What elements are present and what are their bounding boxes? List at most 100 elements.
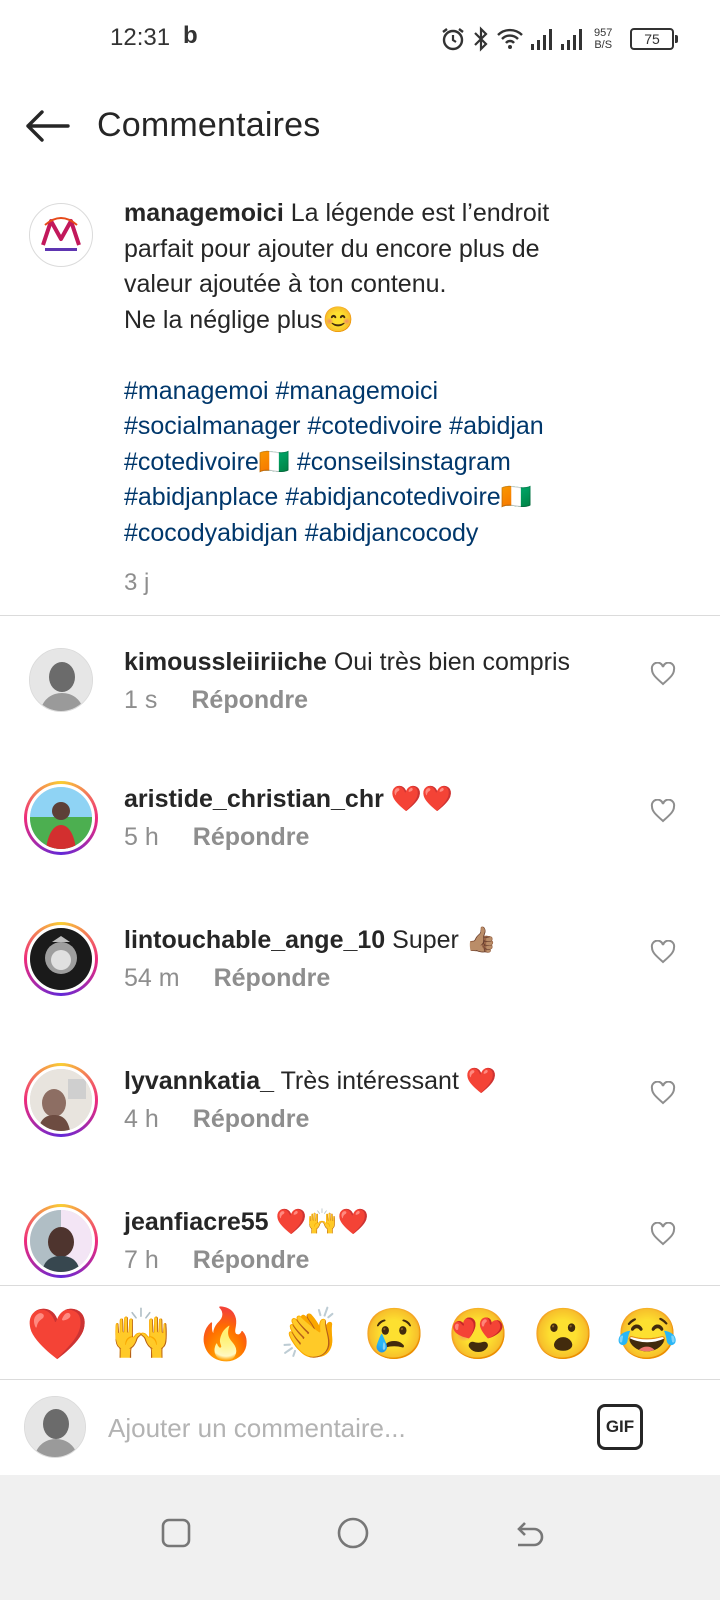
avatar[interactable] [24,781,98,855]
heart-icon[interactable] [650,1222,676,1246]
network-speed: 957 B/S [594,27,612,51]
reply-button[interactable]: Répondre [193,1105,310,1134]
hashtag-line[interactable]: #cocodyabidjan #abidjancocody [124,516,694,552]
comment-username[interactable]: aristide_christian_chr [124,785,384,813]
comment-meta: 54 m Répondre [124,964,330,993]
caption-timestamp: 3 j [124,569,150,596]
avatar [24,1396,86,1458]
system-nav-bar [0,1475,720,1600]
back-return-icon [517,1522,544,1547]
hashtag-block: #managemoi #managemoici #socialmanager #… [124,374,694,552]
avatar[interactable] [24,1204,98,1278]
comment-text: aristide_christian_chr ❤️❤️ [124,783,453,815]
comment-body: Oui très bien compris [333,648,571,676]
comment-timestamp: 1 s [124,686,158,714]
avatar-photo [27,1207,95,1275]
comment-body: Super 👍🏽 [392,926,497,954]
reply-button[interactable]: Répondre [193,823,310,852]
avatar-photo [27,925,95,993]
header: Commentaires [0,90,720,162]
caption-text-line: Ne la néglige plus😊 [124,305,354,334]
emoji-fire-button[interactable]: 🔥 [194,1304,256,1364]
back-arrow-icon [26,110,70,142]
emoji-heart-eyes-button[interactable]: 😍 [447,1304,509,1364]
emoji-raised-hands-button[interactable]: 🙌 [110,1304,172,1364]
emoji-surprised-button[interactable]: 😮 [532,1304,594,1364]
emoji-crying-button[interactable]: 😢 [363,1304,425,1364]
home-button[interactable] [323,1503,383,1563]
avatar[interactable] [24,922,98,996]
comment-text: kimoussleiiriiche Oui très bien compris [124,646,570,678]
comment-meta: 4 h Répondre [124,1105,309,1134]
emoji-clap-button[interactable]: 👏 [279,1304,341,1364]
reply-button[interactable]: Répondre [191,686,308,715]
comment-body: Très intéressant ❤️ [280,1067,497,1095]
back-nav-button[interactable] [499,1503,559,1563]
status-bar: 12:31 b 957 B/S 75 [0,0,720,80]
comment-item: jeanfiacre55 ❤️🙌❤️ 7 h Répondre [0,1204,720,1284]
user-photo-icon [25,1397,85,1457]
caption-text-line: La légende est l’endroit [290,199,550,227]
user-photo-icon [30,928,92,990]
reply-button[interactable]: Répondre [214,964,331,993]
circle-icon [337,1517,369,1549]
heart-icon[interactable] [650,1081,676,1105]
comment-item: aristide_christian_chr ❤️❤️ 5 h Répondre [0,781,720,901]
avatar[interactable] [29,648,93,712]
comment-username[interactable]: jeanfiacre55 [124,1208,269,1236]
signal-icon-1 [531,29,552,50]
comment-item: kimoussleiiriiche Oui très bien compris … [0,644,720,764]
reply-button[interactable]: Répondre [193,1246,310,1275]
caption-text-line: valeur ajoutée à ton contenu. [124,270,447,298]
avatar[interactable] [29,203,93,267]
post-caption: managemoici La légende est l’endroit par… [0,190,720,608]
divider [0,615,720,616]
heart-icon[interactable] [650,662,676,686]
comment-text: lyvannkatia_ Très intéressant ❤️ [124,1065,497,1097]
hashtag-line[interactable]: #abidjanplace #abidjancotedivoire🇨🇮 [124,480,694,516]
emoji-laughing-button[interactable]: 😂 [616,1304,678,1364]
comment-timestamp: 5 h [124,823,159,851]
comment-text: jeanfiacre55 ❤️🙌❤️ [124,1206,369,1238]
hashtag-line[interactable]: #managemoi #managemoici [124,374,694,410]
caption-username[interactable]: managemoici [124,199,284,227]
wifi-icon [497,28,523,49]
signal-icon-2 [561,29,582,50]
network-speed-value: 957 [594,27,613,39]
comment-meta: 7 h Répondre [124,1246,309,1275]
hashtag-line[interactable]: #cotedivoire🇨🇮 #conseilsinstagram [124,445,694,481]
comment-username[interactable]: lintouchable_ange_10 [124,926,385,954]
comment-composer: GIF [0,1380,720,1475]
comment-body: ❤️🙌❤️ [275,1208,369,1236]
user-photo-icon [30,1210,92,1272]
comment-item: lyvannkatia_ Très intéressant ❤️ 4 h Rép… [0,1063,720,1183]
comment-username[interactable]: kimoussleiiriiche [124,648,327,676]
comment-input[interactable] [108,1406,578,1450]
avatar[interactable] [24,1063,98,1137]
comment-timestamp: 4 h [124,1105,159,1133]
recent-apps-button[interactable] [146,1503,206,1563]
bluetooth-icon [474,26,488,52]
user-photo-icon [30,649,92,711]
heart-icon[interactable] [650,799,676,823]
comment-timestamp: 54 m [124,964,180,992]
heart-icon[interactable] [650,940,676,964]
comment-timestamp: 7 h [124,1246,159,1274]
caption-text-line: parfait pour ajouter du encore plus de [124,234,540,263]
comment-text: lintouchable_ange_10 Super 👍🏽 [124,924,497,956]
avatar-photo [27,1066,95,1134]
avatar-photo [27,784,95,852]
gif-button[interactable]: GIF [597,1404,643,1450]
brand-logo-icon [41,217,81,251]
comment-body: ❤️❤️ [390,785,454,813]
status-time: 12:31 [110,24,171,51]
emoji-heart-button[interactable]: ❤️ [26,1304,88,1364]
hashtag-line[interactable]: #socialmanager #cotedivoire #abidjan [124,409,694,445]
comment-item: lintouchable_ange_10 Super 👍🏽 54 m Répon… [0,922,720,1042]
comment-username[interactable]: lyvannkatia_ [124,1067,274,1095]
bing-badge-icon: b [183,22,198,49]
comment-meta: 1 s Répondre [124,686,308,715]
user-photo-icon [30,787,92,849]
network-speed-unit: B/S [594,39,613,51]
back-button[interactable] [20,102,74,150]
